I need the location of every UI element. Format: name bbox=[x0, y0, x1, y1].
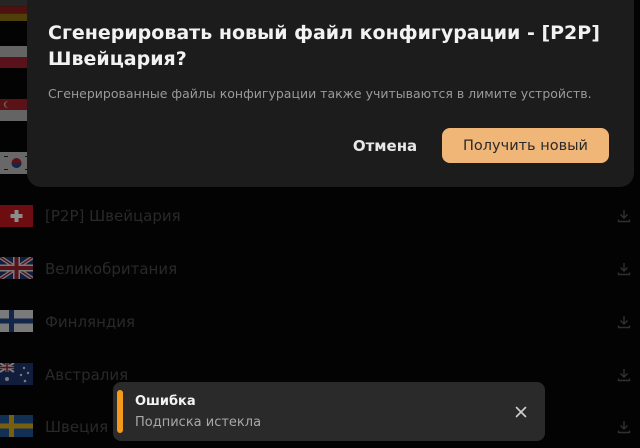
toast-title: Ошибка bbox=[135, 394, 196, 409]
server-name: Австралия bbox=[45, 365, 129, 384]
dialog-title: Сгенерировать новый файл конфигурации - … bbox=[48, 22, 600, 70]
download-icon[interactable] bbox=[616, 261, 632, 277]
finland-flag-icon bbox=[0, 310, 33, 332]
switzerland-flag-icon bbox=[0, 205, 33, 227]
download-icon[interactable] bbox=[616, 314, 632, 330]
australia-flag-icon bbox=[0, 363, 33, 385]
toast-accent-bar bbox=[117, 390, 123, 433]
error-toast: Ошибка Подписка истекла bbox=[113, 382, 545, 441]
confirm-dialog: Сгенерировать новый файл конфигурации - … bbox=[27, 0, 634, 187]
download-icon[interactable] bbox=[616, 419, 632, 435]
dialog-description: Сгенерированные файлы конфигурации также… bbox=[48, 86, 592, 101]
server-name: Финляндия bbox=[45, 312, 136, 331]
close-icon[interactable] bbox=[511, 402, 531, 422]
uk-flag-icon bbox=[0, 257, 33, 279]
download-icon[interactable] bbox=[616, 367, 632, 383]
get-new-button[interactable]: Получить новый bbox=[442, 128, 609, 163]
server-row-finland[interactable]: Финляндия bbox=[0, 295, 640, 348]
server-row-switzerland[interactable]: [P2P] Швейцария bbox=[0, 189, 640, 242]
server-name: Швеция bbox=[45, 417, 109, 436]
server-name: [P2P] Швейцария bbox=[45, 206, 181, 225]
app-screen: [P2P] Швейцария Великобритания Финляндия… bbox=[0, 0, 640, 448]
download-icon[interactable] bbox=[616, 208, 632, 224]
sweden-flag-icon bbox=[0, 415, 33, 437]
server-name: Великобритания bbox=[45, 259, 178, 278]
cancel-button[interactable]: Отмена bbox=[345, 129, 425, 163]
toast-message: Подписка истекла bbox=[135, 415, 262, 430]
server-row-uk[interactable]: Великобритания bbox=[0, 242, 640, 295]
